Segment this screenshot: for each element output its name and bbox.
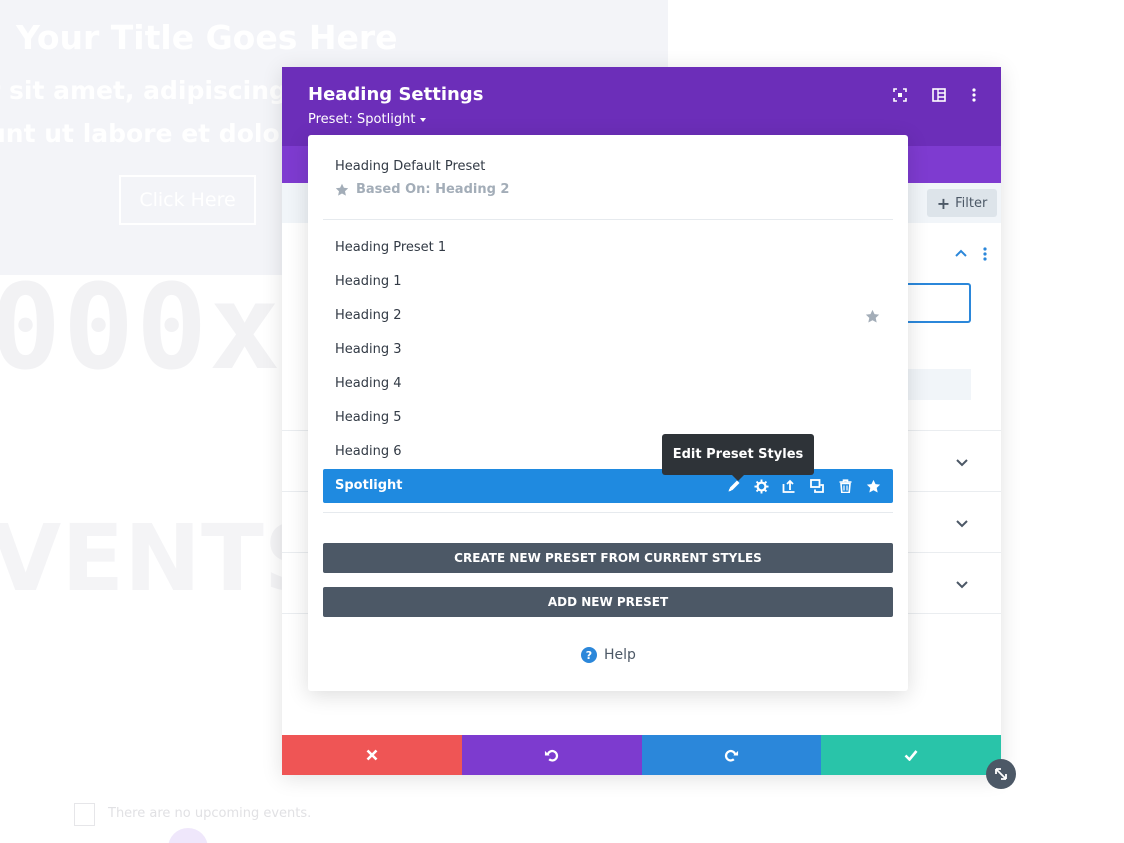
split-view-icon[interactable] xyxy=(930,86,948,104)
resize-handle[interactable] xyxy=(986,759,1016,789)
close-icon xyxy=(366,749,378,761)
chevron-down-icon[interactable] xyxy=(955,516,969,530)
hero-button[interactable]: Click Here xyxy=(119,175,256,225)
redo-icon xyxy=(724,749,738,762)
preset-item[interactable]: Heading 3 xyxy=(335,342,402,357)
preset-item[interactable]: Heading 5 xyxy=(335,410,402,425)
settings-icon[interactable] xyxy=(752,477,770,495)
divider xyxy=(323,512,893,513)
filter-button[interactable]: + Filter xyxy=(927,189,997,217)
star-icon[interactable] xyxy=(865,309,880,324)
add-new-preset-button[interactable]: ADD NEW PRESET xyxy=(323,587,893,617)
active-preset-label: Spotlight xyxy=(335,478,403,493)
plus-icon: + xyxy=(936,193,951,213)
chevron-up-icon[interactable] xyxy=(954,247,968,261)
hero-text-line: unt ut labore et dolore xyxy=(0,119,309,148)
no-events-text: There are no upcoming events. xyxy=(108,806,312,821)
more-options-icon[interactable] xyxy=(983,247,987,261)
default-preset-title[interactable]: Heading Default Preset xyxy=(335,159,485,174)
export-icon[interactable] xyxy=(780,477,798,495)
help-link[interactable]: ? Help xyxy=(581,647,636,663)
preset-item[interactable]: Heading 4 xyxy=(335,376,402,391)
events-heading: VENTS xyxy=(0,505,331,612)
preset-item[interactable]: Heading 6 xyxy=(335,444,402,459)
save-button[interactable] xyxy=(821,735,1001,775)
star-icon xyxy=(335,183,349,196)
calendar-icon xyxy=(74,803,95,826)
resize-icon xyxy=(995,768,1007,780)
undo-button[interactable] xyxy=(461,735,642,775)
modal-footer xyxy=(282,735,1001,775)
star-icon[interactable] xyxy=(864,477,882,495)
hero-text-line: r sit amet, adipiscing el xyxy=(0,76,322,105)
divider xyxy=(323,219,893,220)
preset-selector[interactable]: Preset: Spotlight xyxy=(308,112,427,127)
checkmark-icon xyxy=(904,750,918,761)
chevron-down-icon[interactable] xyxy=(955,577,969,591)
redo-button[interactable] xyxy=(641,735,822,775)
chevron-down-icon[interactable] xyxy=(955,455,969,469)
more-options-icon[interactable] xyxy=(965,86,983,104)
close-button[interactable] xyxy=(282,735,462,775)
preset-item[interactable]: Heading Preset 1 xyxy=(335,240,446,255)
filter-button-label: Filter xyxy=(955,195,988,211)
duplicate-icon[interactable] xyxy=(808,477,826,495)
modal-title: Heading Settings xyxy=(308,84,484,105)
add-module-button[interactable] xyxy=(168,828,208,843)
tooltip: Edit Preset Styles xyxy=(662,434,814,475)
tooltip-arrow xyxy=(732,475,744,481)
help-icon: ? xyxy=(581,647,597,663)
fullscreen-icon[interactable] xyxy=(891,86,909,104)
caret-down-icon xyxy=(420,117,427,122)
preset-item[interactable]: Heading 2 xyxy=(335,308,402,323)
preset-item[interactable]: Heading 1 xyxy=(335,274,402,289)
preset-dropdown: Heading Default Preset Based On: Heading… xyxy=(308,135,908,691)
based-on-text: Based On: Heading 2 xyxy=(356,182,510,197)
help-label: Help xyxy=(604,647,636,663)
based-on-label: Based On: Heading 2 xyxy=(335,182,509,197)
hero-title: Your Title Goes Here xyxy=(16,18,398,57)
undo-icon xyxy=(545,749,559,762)
delete-icon[interactable] xyxy=(836,477,854,495)
create-preset-from-styles-button[interactable]: CREATE NEW PRESET FROM CURRENT STYLES xyxy=(323,543,893,573)
preset-selector-label: Preset: Spotlight xyxy=(308,112,416,127)
